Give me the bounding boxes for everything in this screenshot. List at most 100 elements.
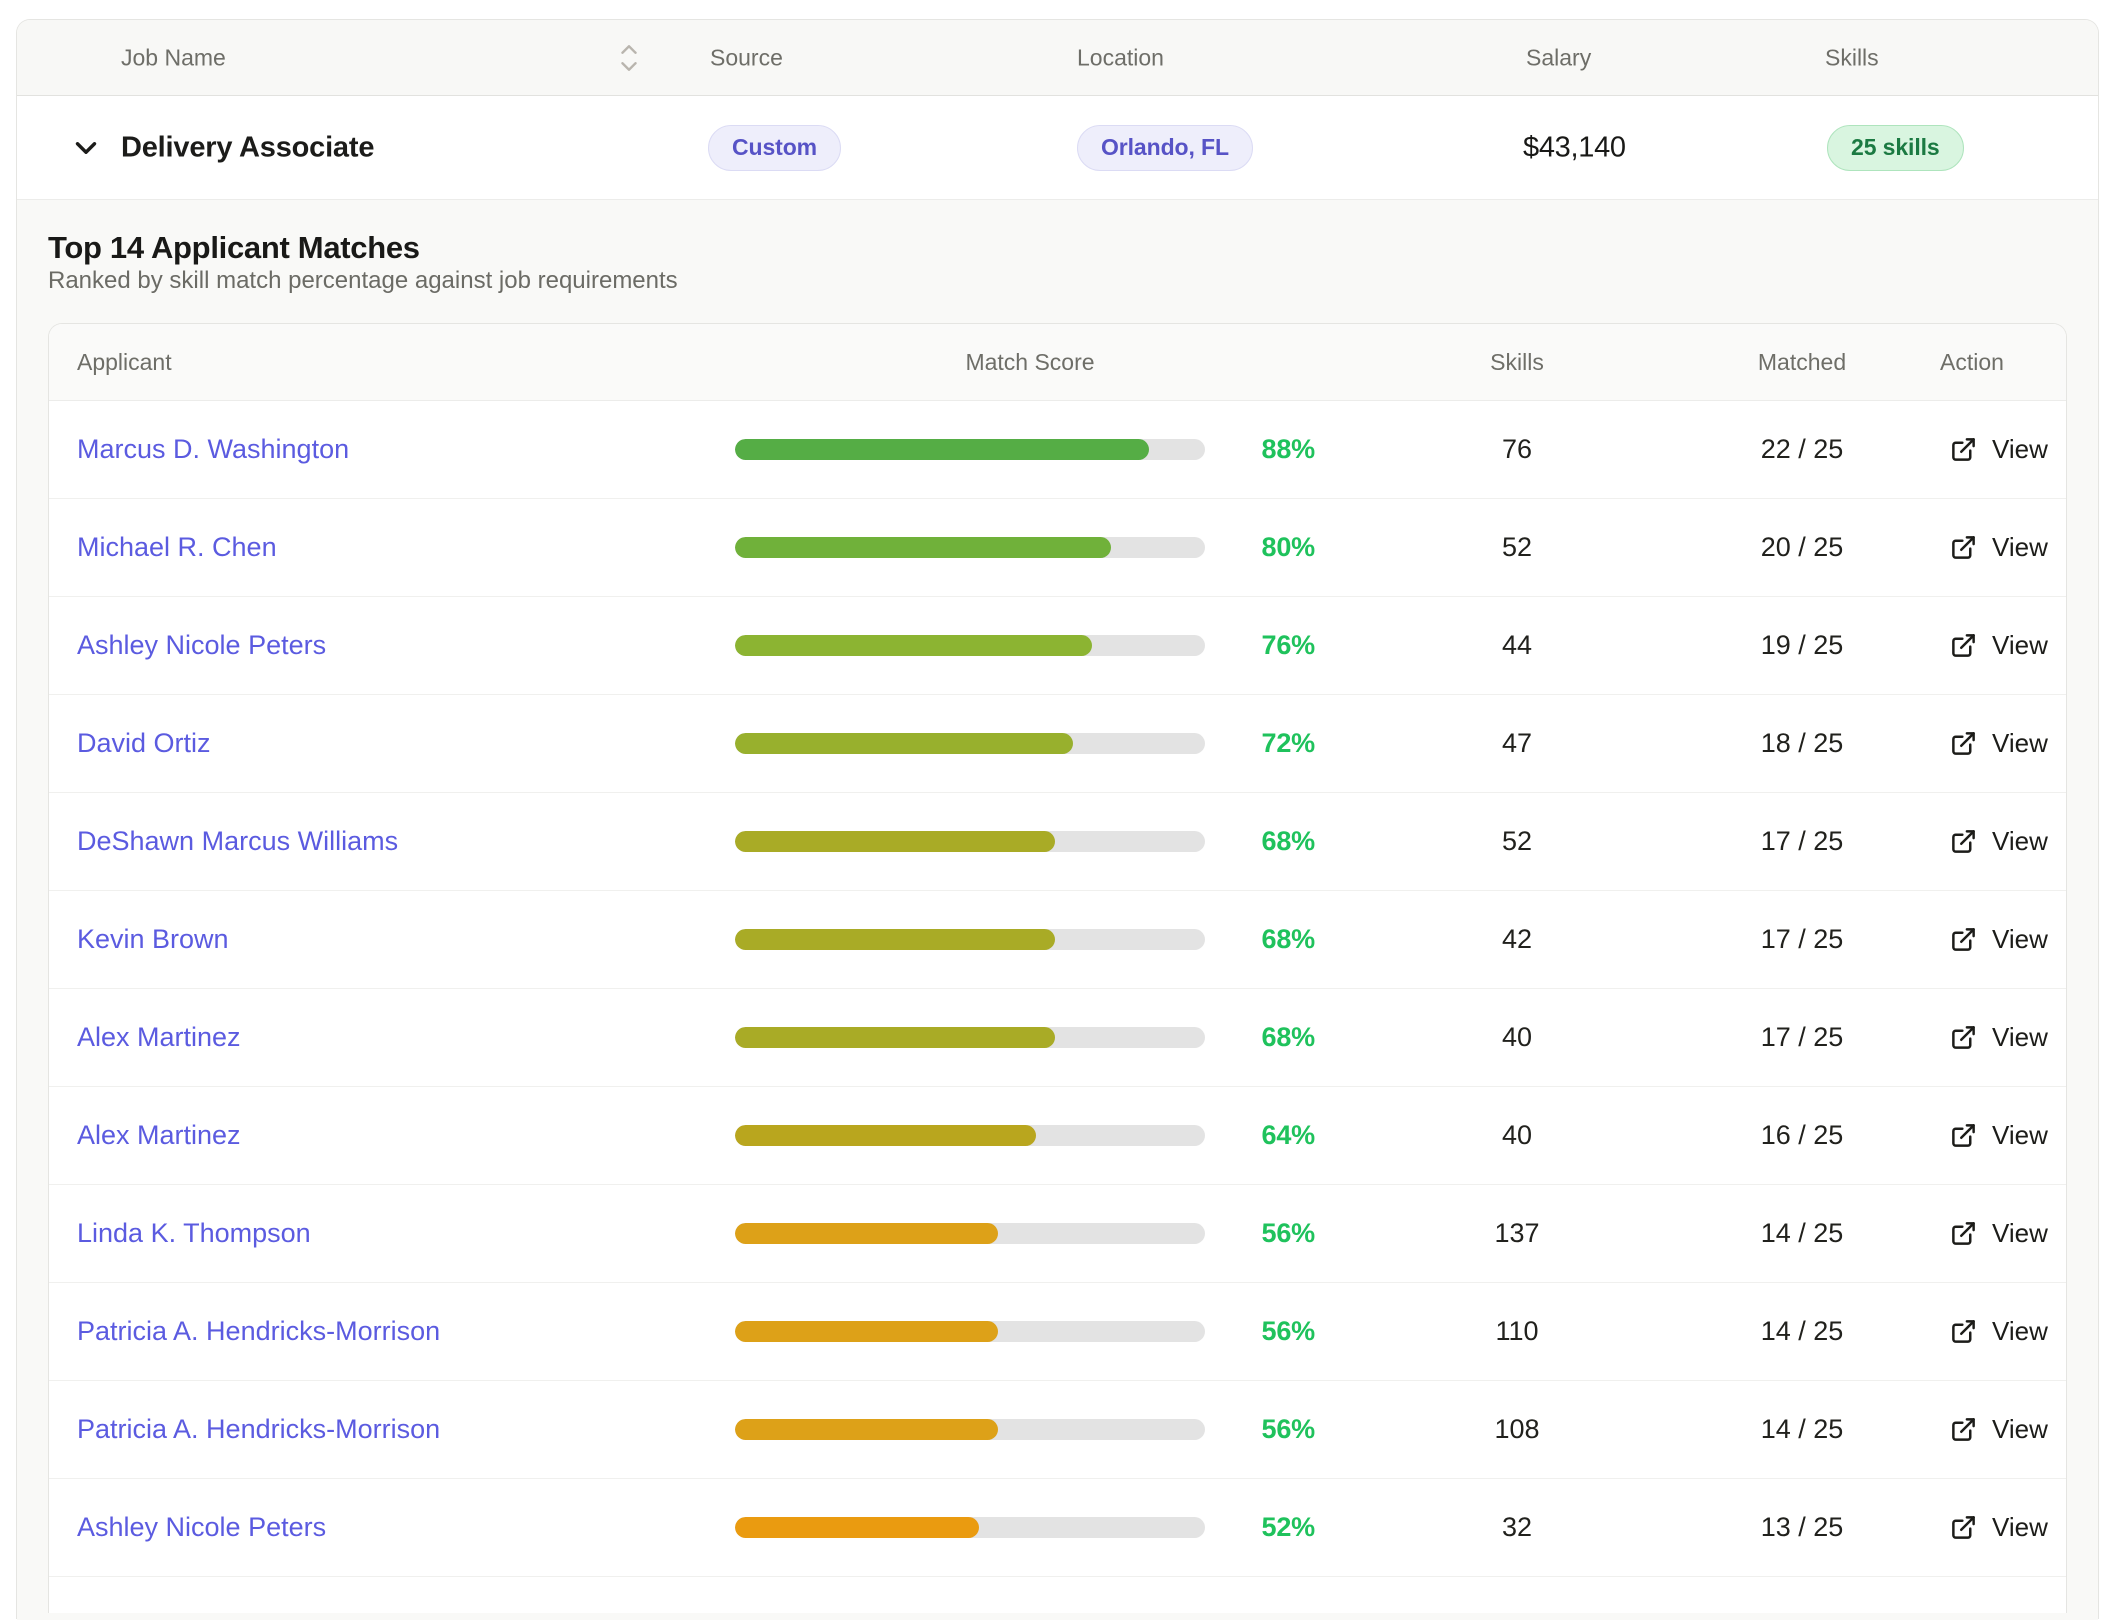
match-score-percent: 68% (1261, 826, 1316, 856)
view-button[interactable]: View (1950, 924, 2066, 955)
skills-count: 47 (1501, 728, 1533, 758)
job-card: Job Name Source Location Salary Skills D… (16, 19, 2099, 1620)
match-score-percent: 56% (1261, 1316, 1316, 1346)
skills-column-header: Skills (1490, 348, 1544, 375)
external-link-icon (1950, 1514, 1977, 1541)
skills-count: 44 (1501, 630, 1533, 660)
table-row: Marcus D. Washington 88% 76 22 / 25 View (49, 401, 2066, 499)
applicant-link[interactable]: Ashley Nicole Peters (49, 630, 735, 661)
matched-count: 13 / 25 (1760, 1512, 1844, 1542)
match-score-column-header: Match Score (965, 348, 1095, 375)
match-score-fill (735, 929, 1055, 950)
skills-count: 110 (1495, 1316, 1539, 1346)
external-link-icon (1950, 632, 1977, 659)
match-score-percent: 68% (1261, 1022, 1316, 1052)
match-score-fill (735, 1419, 999, 1440)
applicant-link[interactable]: DeShawn Marcus Williams (49, 826, 735, 857)
match-score-fill (735, 733, 1074, 754)
external-link-icon (1950, 534, 1977, 561)
match-score-percent: 72% (1261, 728, 1316, 758)
match-score-bar (735, 1223, 1205, 1244)
view-button[interactable]: View (1950, 630, 2066, 661)
applicant-link[interactable]: Kevin Brown (49, 924, 735, 955)
view-button[interactable]: View (1950, 1414, 2066, 1445)
matched-count: 17 / 25 (1760, 924, 1844, 954)
applicant-matches-section: Top 14 Applicant Matches Ranked by skill… (17, 200, 2098, 1620)
skills-count: 137 (1494, 1218, 1540, 1248)
chevron-down-icon[interactable] (69, 131, 103, 165)
job-name: Delivery Associate (121, 131, 375, 163)
applicant-match-table: Applicant Match Score Skills Matched Act… (48, 323, 2067, 1613)
external-link-icon (1950, 730, 1977, 757)
view-button[interactable]: View (1950, 532, 2066, 563)
matched-count: 14 / 25 (1760, 1218, 1844, 1248)
skills-count: 52 (1501, 532, 1533, 562)
external-link-icon (1950, 1318, 1977, 1345)
match-score-fill (735, 537, 1111, 558)
applicant-link[interactable]: Alex Martinez (49, 1022, 735, 1053)
job-table-header: Job Name Source Location Salary Skills (17, 20, 2098, 96)
matched-count: 17 / 25 (1760, 826, 1844, 856)
external-link-icon (1950, 1024, 1977, 1051)
match-score-percent: 80% (1261, 532, 1316, 562)
match-score-percent: 52% (1261, 1512, 1316, 1542)
matched-column-header: Matched (1757, 348, 1847, 375)
table-row: Kevin Brown 68% 42 17 / 25 View (49, 891, 2066, 989)
applicant-link[interactable]: David Ortiz (49, 728, 735, 759)
view-button[interactable]: View (1950, 1316, 2066, 1347)
match-score-bar (735, 1419, 1205, 1440)
match-score-bar (735, 929, 1205, 950)
match-score-bar (735, 1517, 1205, 1538)
matched-count: 18 / 25 (1760, 728, 1844, 758)
applicant-link[interactable]: Marcus D. Washington (49, 434, 735, 465)
table-row: Patricia A. Hendricks-Morrison 56% 108 1… (49, 1381, 2066, 1479)
table-row: David Ortiz 72% 47 18 / 25 View (49, 695, 2066, 793)
match-table-header: Applicant Match Score Skills Matched Act… (49, 324, 2066, 401)
match-score-fill (735, 1517, 980, 1538)
match-score-percent: 68% (1261, 924, 1316, 954)
match-score-bar (735, 1027, 1205, 1048)
matched-count: 14 / 25 (1760, 1414, 1844, 1444)
job-name-column-header: Job Name (121, 44, 226, 70)
view-button[interactable]: View (1950, 826, 2066, 857)
salary-value: $43,140 (1523, 131, 1626, 163)
match-score-fill (735, 1027, 1055, 1048)
external-link-icon (1950, 828, 1977, 855)
skills-column-header: Skills (1825, 44, 1879, 70)
view-button[interactable]: View (1950, 1512, 2066, 1543)
view-button[interactable]: View (1950, 1218, 2066, 1249)
applicant-link[interactable]: Patricia A. Hendricks-Morrison (49, 1316, 735, 1347)
matched-count: 20 / 25 (1760, 532, 1844, 562)
skills-count: 40 (1501, 1022, 1533, 1052)
skills-count: 52 (1501, 826, 1533, 856)
applicant-link[interactable]: Alex Martinez (49, 1120, 735, 1151)
applicant-link[interactable]: Patricia A. Hendricks-Morrison (49, 1414, 735, 1445)
external-link-icon (1950, 926, 1977, 953)
table-row: Alex Martinez 68% 40 17 / 25 View (49, 989, 2066, 1087)
applicant-link[interactable]: Michael R. Chen (49, 532, 735, 563)
sort-icon[interactable] (615, 41, 643, 75)
applicant-link[interactable]: Ashley Nicole Peters (49, 1512, 735, 1543)
location-badge: Orlando, FL (1077, 124, 1253, 171)
match-score-bar (735, 1125, 1205, 1146)
skills-count: 32 (1501, 1512, 1533, 1542)
table-row: DeShawn Marcus Williams 68% 52 17 / 25 V… (49, 793, 2066, 891)
matched-count: 16 / 25 (1760, 1120, 1844, 1150)
match-score-percent: 56% (1261, 1414, 1316, 1444)
table-row: Patricia A. Hendricks-Morrison 56% 110 1… (49, 1283, 2066, 1381)
match-score-fill (735, 635, 1093, 656)
skills-count: 42 (1501, 924, 1533, 954)
job-row[interactable]: Delivery Associate Custom Orlando, FL $4… (17, 96, 2098, 200)
salary-column-header: Salary (1526, 44, 1592, 70)
view-button[interactable]: View (1950, 1022, 2066, 1053)
skills-count: 40 (1501, 1120, 1533, 1150)
external-link-icon (1950, 1122, 1977, 1149)
skills-count-badge: 25 skills (1827, 124, 1964, 171)
match-score-percent: 64% (1261, 1120, 1316, 1150)
view-button[interactable]: View (1950, 434, 2066, 465)
view-button[interactable]: View (1950, 728, 2066, 759)
match-score-bar (735, 635, 1205, 656)
matches-title: Top 14 Applicant Matches (48, 230, 420, 265)
view-button[interactable]: View (1950, 1120, 2066, 1151)
applicant-link[interactable]: Linda K. Thompson (49, 1218, 735, 1249)
